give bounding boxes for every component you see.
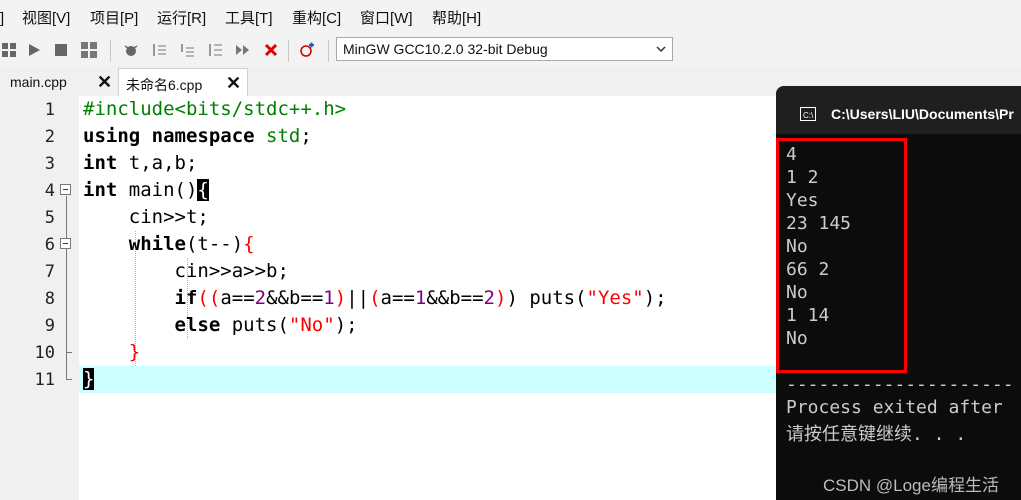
line-number: 1 (44, 100, 55, 120)
fold-toggle-icon[interactable] (60, 238, 71, 249)
code-line-3: int t,a,b; (83, 152, 198, 174)
step-out-icon[interactable] (206, 41, 224, 59)
close-icon[interactable]: ✕ (97, 73, 112, 91)
line-number: 11 (34, 370, 55, 390)
svg-text:C:\: C:\ (803, 111, 814, 120)
close-icon[interactable]: ✕ (226, 74, 241, 92)
code-line-5: cin>>t; (83, 206, 209, 228)
line-number: 9 (44, 316, 55, 336)
toolbar-separator (288, 40, 289, 62)
console-title: C:\Users\LIU\Documents\Pr (831, 106, 1014, 122)
code-line-9: else puts("No"); (174, 314, 358, 336)
line-number: 6 (44, 235, 55, 255)
tab-label: main.cpp (10, 74, 67, 90)
profile-icon[interactable] (298, 41, 316, 59)
compile-run-icon[interactable] (80, 41, 98, 59)
tab-main-cpp[interactable]: main.cpp ✕ (0, 68, 118, 96)
code-line-6: while(t--){ (128, 233, 255, 255)
chevron-down-icon (656, 46, 666, 53)
current-line-highlight (79, 366, 779, 393)
code-line-4: int main(){ (83, 179, 209, 201)
line-number-gutter: 1 2 3 4 5 6 7 8 9 10 11 (0, 96, 79, 500)
toolbar-separator (328, 40, 329, 62)
console-separator: --------------------- (786, 374, 1014, 395)
fold-toggle-icon[interactable] (60, 184, 71, 195)
grid-icon[interactable] (0, 41, 18, 59)
line-number: 8 (44, 289, 55, 309)
menu-refactor[interactable]: 重构[C] (292, 10, 341, 28)
line-number: 4 (44, 181, 55, 201)
line-number: 10 (34, 343, 55, 363)
code-line-8: if((a==2&&b==1)||(a==1&&b==2)) puts("Yes… (174, 287, 667, 309)
compiler-value: MinGW GCC10.2.0 32-bit Debug (343, 41, 548, 57)
menu-edge: ] (0, 10, 5, 27)
menu-tools[interactable]: 工具[T] (225, 10, 273, 28)
console-pause-line: 请按任意键继续. . . (786, 424, 967, 445)
step-into-icon[interactable] (178, 41, 196, 59)
continue-icon[interactable] (234, 41, 252, 59)
line-number: 2 (44, 127, 55, 147)
tab-label: 未命名6.cpp (126, 77, 203, 93)
console-title-bar[interactable]: C:\ C:\Users\LIU\Documents\Pr (776, 86, 1021, 134)
menu-project[interactable]: 项目[P] (90, 10, 138, 28)
annotation-highlight-box (776, 138, 907, 373)
menu-window[interactable]: 窗口[W] (360, 10, 413, 28)
toolbar-separator (110, 40, 111, 62)
watermark: CSDN @Loge编程生活 (823, 476, 999, 495)
fold-end-mark (66, 379, 72, 380)
step-over-icon[interactable] (150, 41, 168, 59)
menu-help[interactable]: 帮助[H] (432, 10, 481, 28)
fold-end-mark (66, 352, 72, 353)
line-number: 7 (44, 262, 55, 282)
code-line-10: } (128, 341, 141, 363)
code-line-7: cin>>a>>b; (83, 260, 289, 282)
menu-bar: ] 视图[V] 项目[P] 运行[R] 工具[T] 重构[C] 窗口[W] 帮助… (0, 0, 1021, 34)
compiler-select[interactable]: MinGW GCC10.2.0 32-bit Debug (336, 37, 673, 61)
code-line-1: #include<bits/stdc++.h> (83, 98, 347, 120)
menu-view[interactable]: 视图[V] (22, 10, 70, 28)
menu-run[interactable]: 运行[R] (157, 10, 206, 28)
line-number: 3 (44, 154, 55, 174)
terminal-icon: C:\ (800, 107, 816, 121)
line-number: 5 (44, 208, 55, 228)
code-line-2: using namespace std; (83, 125, 312, 147)
stop-icon[interactable] (52, 41, 70, 59)
console-exit-line: Process exited after (786, 397, 1003, 418)
tab-untitled6-cpp[interactable]: 未命名6.cpp ✕ (118, 68, 248, 96)
debug-bug-icon[interactable] (122, 41, 140, 59)
stop-debug-icon[interactable] (262, 41, 280, 59)
run-icon[interactable] (25, 41, 43, 59)
code-line-11: } (83, 368, 95, 390)
